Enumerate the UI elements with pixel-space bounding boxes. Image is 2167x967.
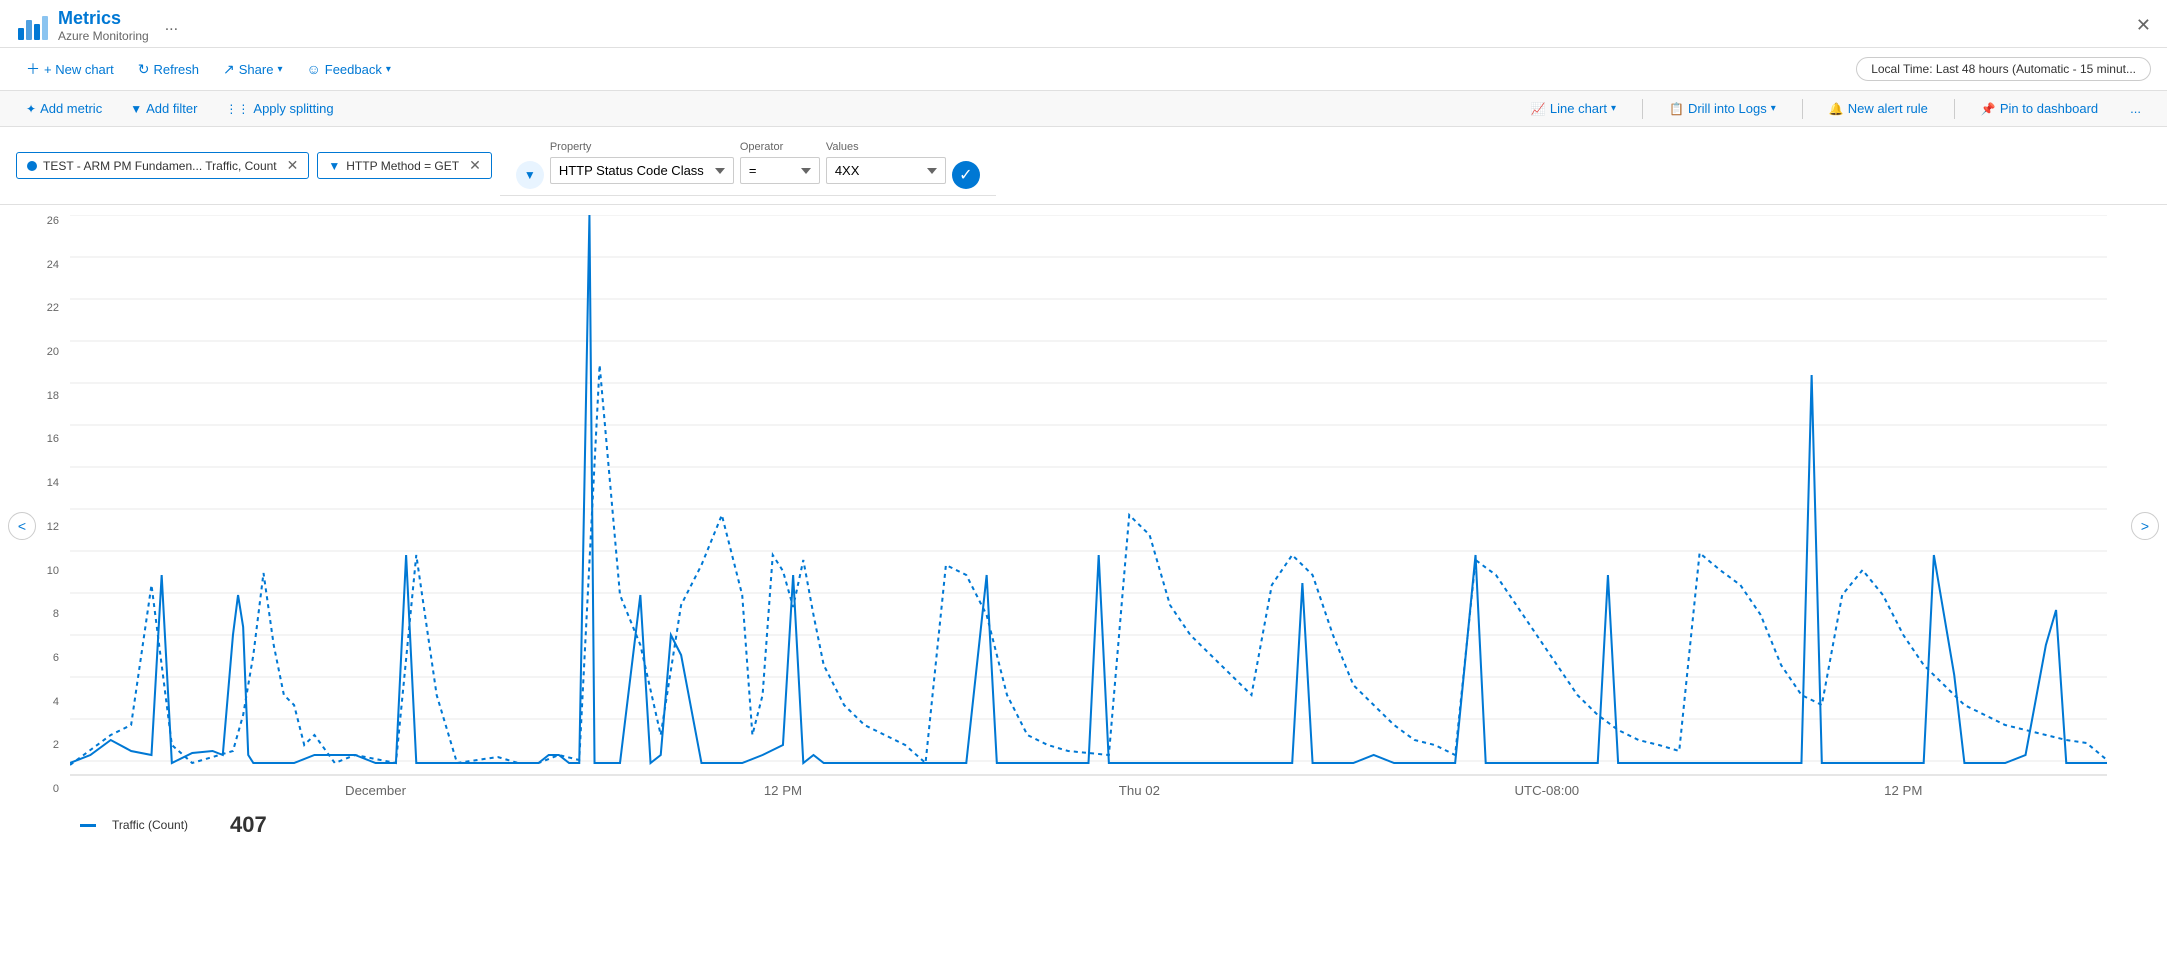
app-title-area: Metrics Azure Monitoring ... [16,8,178,43]
svg-text:December: December [345,783,407,798]
main-toolbar: ＋ + New chart ↻ Refresh ↗ Share ▾ ☺ Feed… [0,48,2167,91]
add-metric-icon: ✦ [26,102,36,116]
feedback-chevron: ▾ [386,64,391,75]
property-select[interactable]: HTTP Status Code Class [550,157,734,184]
close-button[interactable]: ✕ [2136,15,2151,36]
app-icon [16,10,48,42]
refresh-button[interactable]: ↻ Refresh [128,56,209,83]
line-chart-chevron: ▾ [1611,103,1616,114]
line-chart-icon: 📈 [1531,102,1546,116]
apply-splitting-button[interactable]: ⋮⋮ Apply splitting [215,97,343,120]
chart-svg: December 12 PM Thu 02 UTC-08:00 12 PM [70,215,2107,805]
toolbar-left: ＋ + New chart ↻ Refresh ↗ Share ▾ ☺ Feed… [16,54,401,84]
drill-into-logs-button[interactable]: 📋 Drill into Logs ▾ [1659,97,1786,120]
share-button[interactable]: ↗ Share ▾ [213,56,292,83]
chart-nav-left[interactable]: < [8,512,36,540]
operator-group: Operator = [740,141,820,184]
share-chevron: ▾ [277,64,282,75]
svg-text:12 PM: 12 PM [764,783,802,798]
app-title-text: Metrics Azure Monitoring [58,8,149,43]
confirm-filter-button[interactable]: ✓ [952,161,980,189]
splitting-icon: ⋮⋮ [225,102,249,116]
funnel-icon: ▼ [328,159,340,173]
chart-legend: Traffic (Count) 407 [0,808,2167,846]
pin-to-dashboard-button[interactable]: 📌 Pin to dashboard [1971,97,2108,120]
chart-solid-line [70,215,2107,763]
metric-chip[interactable]: TEST - ARM PM Fundamen... Traffic, Count… [16,152,309,179]
toolbar-right: Local Time: Last 48 hours (Automatic - 1… [1856,57,2151,81]
add-metric-button[interactable]: ✦ Add metric [16,97,112,120]
time-range-button[interactable]: Local Time: Last 48 hours (Automatic - 1… [1856,57,2151,81]
drill-logs-icon: 📋 [1669,102,1684,116]
svg-text:UTC-08:00: UTC-08:00 [1514,783,1579,798]
line-chart-button[interactable]: 📈 Line chart ▾ [1521,97,1626,120]
chip-text: TEST - ARM PM Fundamen... Traffic, Count [43,159,277,173]
legend-label: Traffic (Count) [112,818,188,832]
add-filter-button[interactable]: ▼ Add filter [120,97,207,120]
operator-label: Operator [740,141,820,153]
alert-icon: 🔔 [1829,102,1844,116]
drill-logs-chevron: ▾ [1771,103,1776,114]
more-options-button[interactable]: ... [2120,97,2151,120]
filter-funnel-icon: ▼ [524,168,536,182]
feedback-icon: ☺ [306,61,320,77]
app-more-button[interactable]: ... [165,17,178,35]
chart-wrapper: 26 24 22 20 18 16 14 12 10 8 6 4 2 0 [0,205,2167,808]
chart-nav-right[interactable]: > [2131,512,2159,540]
toolbar-separator [1642,99,1643,119]
values-group: Values 4XX [826,141,946,184]
y-axis-labels: 26 24 22 20 18 16 14 12 10 8 6 4 2 0 [10,215,65,795]
filter-chip[interactable]: ▼ HTTP Method = GET ✕ [317,152,491,179]
chip-indicator [27,161,37,171]
feedback-button[interactable]: ☺ Feedback ▾ [296,56,400,82]
metrics-toolbar: ✦ Add metric ▼ Add filter ⋮⋮ Apply split… [0,91,2167,127]
svg-text:12 PM: 12 PM [1884,783,1922,798]
toolbar-separator2 [1802,99,1803,119]
add-filter-icon: ▼ [130,102,142,116]
filter-chip-close[interactable]: ✕ [469,157,481,174]
chart-section: < > 26 24 22 20 18 16 14 12 10 8 6 4 2 0 [0,205,2167,846]
refresh-icon: ↻ [138,61,150,78]
new-alert-rule-button[interactable]: 🔔 New alert rule [1819,97,1938,120]
plus-icon: ＋ [26,59,40,79]
legend-line-indicator [80,824,96,827]
operator-select[interactable]: = [740,157,820,184]
legend-value: 407 [208,812,267,838]
pin-icon: 📌 [1981,102,1996,116]
filter-panel: ▼ Property HTTP Status Code Class Operat… [500,135,996,196]
metrics-toolbar-right: 📈 Line chart ▾ 📋 Drill into Logs ▾ 🔔 New… [1521,97,2151,120]
property-label: Property [550,141,734,153]
app-header: Metrics Azure Monitoring ... ✕ [0,0,2167,48]
filter-bar: TEST - ARM PM Fundamen... Traffic, Count… [0,127,2167,205]
values-label: Values [826,141,946,153]
filter-chip-text: HTTP Method = GET [346,159,459,173]
app-title: Metrics [58,8,149,29]
new-chart-button[interactable]: ＋ + New chart [16,54,124,84]
share-icon: ↗ [223,61,235,78]
property-group: Property HTTP Status Code Class [550,141,734,184]
chip-close-button[interactable]: ✕ [287,157,299,174]
values-select[interactable]: 4XX [826,157,946,184]
metrics-toolbar-left: ✦ Add metric ▼ Add filter ⋮⋮ Apply split… [16,97,344,120]
svg-text:Thu 02: Thu 02 [1119,783,1160,798]
toolbar-separator3 [1954,99,1955,119]
filter-icon-circle: ▼ [516,161,544,189]
app-subtitle: Azure Monitoring [58,29,149,43]
